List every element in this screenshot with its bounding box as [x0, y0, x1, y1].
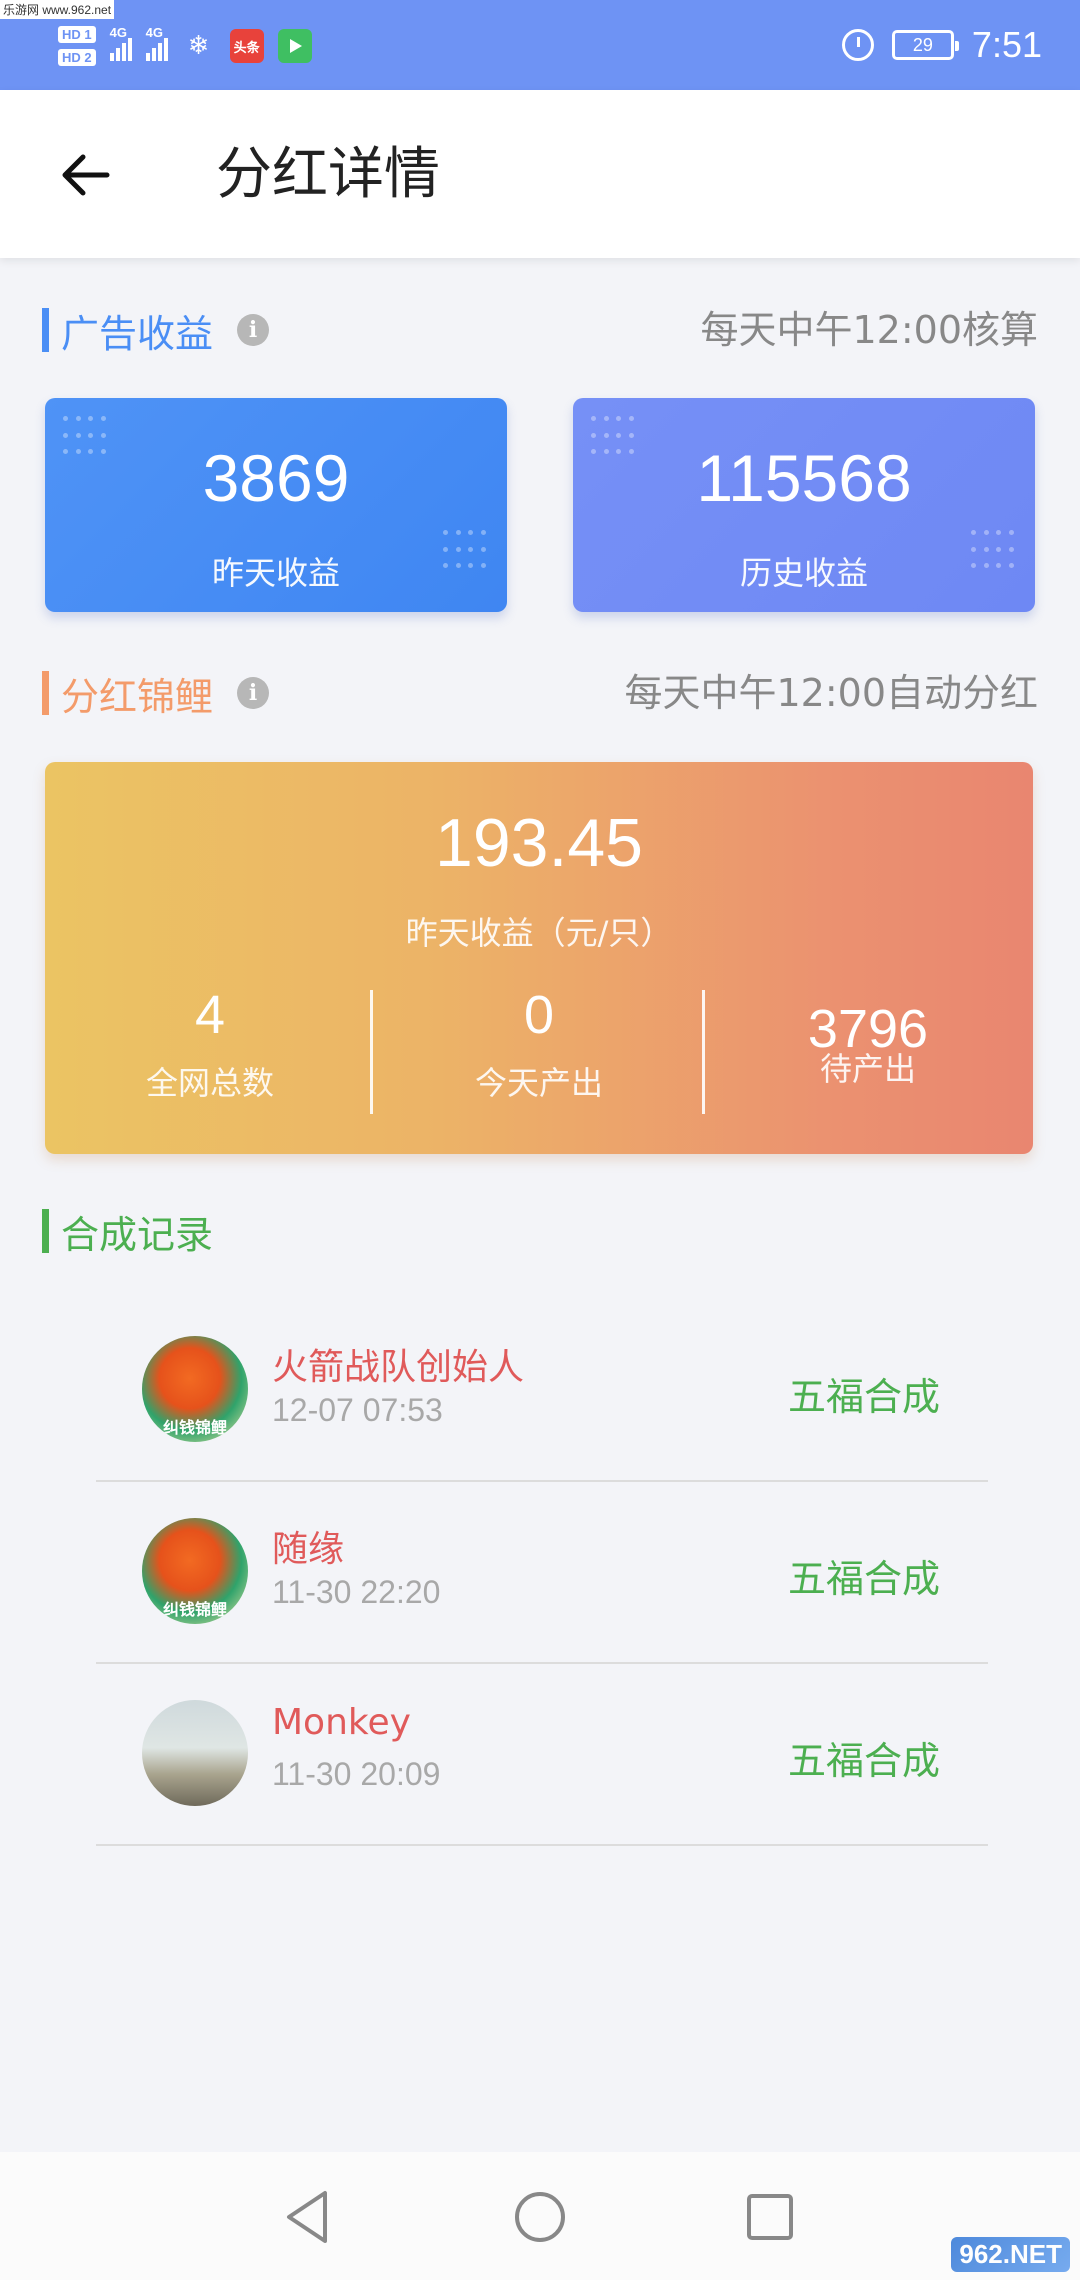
watermark-logo: 962.NET — [951, 2237, 1070, 2272]
koi-stat-pending: 3796 待产出 — [703, 984, 1033, 1090]
page-title: 分红详情 — [216, 142, 440, 207]
clock: 7:51 — [971, 24, 1042, 65]
record-time: 12-07 07:53 — [272, 1392, 443, 1428]
signal-1-icon: 4G — [109, 25, 132, 61]
card-label: 历史收益 — [739, 554, 868, 592]
section-accent-bar — [42, 1209, 49, 1253]
koi-stat-total: 4 全网总数 — [45, 984, 375, 1104]
record-action: 五福合成 — [787, 1375, 940, 1419]
avatar — [142, 1700, 248, 1806]
wechat-icon: ❄ — [187, 31, 210, 61]
hd1-badge: HD 1 — [58, 26, 96, 43]
ad-section-header: 广告收益 i — [42, 305, 270, 356]
records-list: 纠钱锦鲤 火箭战队创始人 12-07 07:53 五福合成 纠钱锦鲤 随缘 11… — [96, 1300, 988, 1846]
list-item[interactable]: 纠钱锦鲤 随缘 11-30 22:20 五福合成 — [96, 1482, 988, 1664]
avatar: 纠钱锦鲤 — [142, 1518, 248, 1624]
record-user-name: Monkey — [272, 1702, 411, 1743]
square-recents-icon — [747, 2194, 793, 2240]
section-accent-bar — [42, 671, 49, 715]
records-section-title: 合成记录 — [61, 1212, 214, 1257]
ad-section-title: 广告收益 — [61, 311, 214, 356]
list-item[interactable]: 纠钱锦鲤 火箭战队创始人 12-07 07:53 五福合成 — [96, 1300, 988, 1482]
stat-label: 待产出 — [819, 1050, 916, 1088]
video-app-icon — [277, 29, 312, 63]
record-user-name: 随缘 — [272, 1529, 345, 1570]
koi-main-label: 昨天收益（元/只） — [405, 914, 673, 952]
hd2-badge: HD 2 — [58, 49, 96, 66]
arrow-left-icon — [62, 154, 110, 196]
info-icon[interactable]: i — [237, 314, 270, 346]
history-revenue-card[interactable]: 115568 历史收益 — [573, 398, 1035, 612]
hd-indicators: HD 1 HD 2 — [58, 26, 96, 66]
network-type-2: 4G — [145, 25, 163, 40]
stat-label: 今天产出 — [474, 1064, 603, 1102]
battery-icon: 29 — [891, 30, 959, 60]
koi-main-value: 193.45 — [435, 805, 643, 881]
record-action: 五福合成 — [787, 1557, 940, 1601]
nav-recents-button[interactable] — [735, 2182, 805, 2252]
koi-section-title: 分红锦鲤 — [61, 674, 214, 719]
alarm-icon — [841, 29, 874, 61]
battery-level: 29 — [912, 34, 933, 55]
koi-section-header: 分红锦鲤 i — [42, 668, 270, 719]
record-time: 11-30 20:09 — [272, 1756, 441, 1792]
yesterday-revenue-card[interactable]: 3869 昨天收益 — [45, 398, 507, 612]
record-action: 五福合成 — [787, 1739, 940, 1783]
koi-stat-today: 0 今天产出 — [374, 984, 704, 1104]
info-icon[interactable]: i — [237, 677, 270, 709]
back-button[interactable] — [50, 140, 120, 210]
avatar-caption: 纠钱锦鲤 — [162, 1418, 227, 1437]
app-header: 分红详情 — [0, 90, 1080, 258]
records-section-header: 合成记录 — [42, 1206, 214, 1257]
triangle-back-icon — [287, 2191, 327, 2243]
koi-dividend-card: 193.45 昨天收益（元/只） 4 全网总数 0 今天产出 3796 待产出 — [45, 762, 1033, 1154]
ad-section-note: 每天中午12:00核算 — [700, 308, 1038, 352]
status-left: HD 1 HD 2 4G 4G ❄ 头条 — [58, 16, 312, 76]
list-item[interactable]: Monkey 11-30 20:09 五福合成 — [96, 1664, 988, 1846]
network-type-1: 4G — [109, 25, 127, 40]
signal-2-icon: 4G — [145, 25, 168, 61]
card-label: 昨天收益 — [211, 554, 340, 592]
stat-label: 全网总数 — [145, 1064, 274, 1102]
section-accent-bar — [42, 308, 49, 352]
status-right: 29 7:51 — [841, 22, 1042, 68]
record-time: 11-30 22:20 — [272, 1574, 441, 1610]
card-value: 3869 — [202, 441, 350, 515]
toutiao-icon: 头条 — [229, 29, 264, 63]
avatar: 纠钱锦鲤 — [142, 1336, 248, 1442]
avatar-caption: 纠钱锦鲤 — [162, 1600, 227, 1619]
system-nav-bar: 962.NET — [0, 2152, 1080, 2280]
record-user-name: 火箭战队创始人 — [272, 1347, 525, 1388]
koi-section-note: 每天中午12:00自动分红 — [624, 671, 1038, 715]
stat-value: 4 — [194, 985, 226, 1045]
circle-home-icon — [515, 2192, 565, 2242]
divider — [370, 990, 373, 1114]
status-bar: 乐游网 www.962.net HD 1 HD 2 4G 4G ❄ 头条 29 … — [0, 0, 1080, 90]
nav-back-button[interactable] — [273, 2182, 343, 2252]
nav-home-button[interactable] — [505, 2182, 575, 2252]
stat-value: 0 — [523, 985, 555, 1045]
card-value: 115568 — [696, 441, 912, 515]
